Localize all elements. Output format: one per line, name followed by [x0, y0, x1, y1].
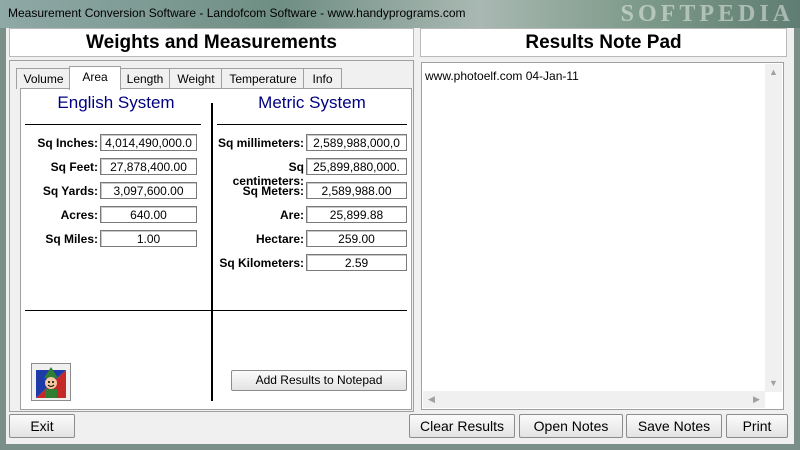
results-notepad[interactable]: www.photoelf.com 04-Jan-11 ▲ ▼ ◀ ▶ — [421, 62, 784, 410]
tab-area[interactable]: Area — [69, 66, 121, 90]
sq-meters-label: Sq Meters: — [242, 184, 304, 198]
scroll-right-arrow[interactable]: ▶ — [748, 391, 765, 408]
sq-yards-label: Sq Yards: — [42, 184, 98, 198]
sq-meters-field[interactable]: 2,589,988.00 — [306, 182, 407, 199]
clear-results-button[interactable]: Clear Results — [409, 414, 515, 438]
sq-feet-label: Sq Feet: — [50, 160, 98, 174]
acres-label: Acres: — [60, 208, 98, 222]
sq-millimeters-field[interactable]: 2,589,988,000,0 — [306, 134, 407, 151]
hectare-field[interactable]: 259.00 — [306, 230, 407, 247]
sq-inches-field[interactable]: 4,014,490,000.0 — [100, 134, 197, 151]
tab-length[interactable]: Length — [119, 68, 171, 89]
scroll-down-arrow[interactable]: ▼ — [765, 375, 782, 392]
sq-feet-field[interactable]: 27,878,400.00 — [100, 158, 197, 175]
vertical-scrollbar[interactable]: ▲ ▼ — [765, 64, 782, 392]
watermark-logo: SOFTPEDIA — [620, 1, 794, 27]
tab-volume[interactable]: Volume — [16, 68, 71, 89]
sq-kilometers-field[interactable]: 2.59 — [306, 254, 407, 271]
open-notes-button[interactable]: Open Notes — [519, 414, 623, 438]
sq-millimeters-label: Sq millimeters: — [217, 136, 304, 150]
acres-field[interactable]: 640.00 — [100, 206, 197, 223]
area-tab-panel: English System Metric System Sq Inches: … — [20, 88, 412, 410]
sq-yards-field[interactable]: 3,097,600.00 — [100, 182, 197, 199]
column-divider — [211, 103, 213, 401]
save-notes-button[interactable]: Save Notes — [626, 414, 722, 438]
tab-info[interactable]: Info — [303, 68, 342, 89]
print-button[interactable]: Print — [726, 414, 788, 438]
english-system-heading: English System — [57, 93, 175, 112]
sq-inches-label: Sq Inches: — [37, 136, 98, 150]
exit-button[interactable]: Exit — [9, 414, 75, 438]
metric-system-heading: Metric System — [258, 93, 366, 112]
sq-kilometers-label: Sq Kilometers: — [219, 256, 304, 270]
title-bar[interactable]: Measurement Conversion Software - Landof… — [0, 0, 800, 28]
window-title: Measurement Conversion Software - Landof… — [8, 6, 466, 20]
hectare-label: Hectare: — [255, 232, 304, 246]
left-panel-title: Weights and Measurements — [9, 28, 414, 57]
elf-mascot-icon[interactable] — [31, 363, 71, 401]
are-label: Are: — [279, 208, 304, 222]
tab-weight[interactable]: Weight — [169, 68, 223, 89]
sq-miles-field[interactable]: 1.00 — [100, 230, 197, 247]
notepad-title: Results Note Pad — [420, 28, 787, 57]
notepad-text: www.photoelf.com 04-Jan-11 — [425, 69, 579, 83]
metric-header-rule — [217, 124, 407, 125]
sq-miles-label: Sq Miles: — [45, 232, 98, 246]
add-results-button[interactable]: Add Results to Notepad — [231, 370, 407, 391]
app-client-area: Weights and Measurements Results Note Pa… — [6, 28, 794, 444]
horizontal-scrollbar[interactable]: ◀ ▶ — [423, 391, 765, 408]
are-field[interactable]: 25,899.88 — [306, 206, 407, 223]
scroll-left-arrow[interactable]: ◀ — [423, 391, 440, 408]
scroll-up-arrow[interactable]: ▲ — [765, 64, 782, 81]
sq-centimeters-field[interactable]: 25,899,880,000. — [306, 158, 407, 175]
english-header-rule — [25, 124, 201, 125]
tab-temperature[interactable]: Temperature — [221, 68, 305, 89]
bottom-rule — [25, 310, 407, 311]
